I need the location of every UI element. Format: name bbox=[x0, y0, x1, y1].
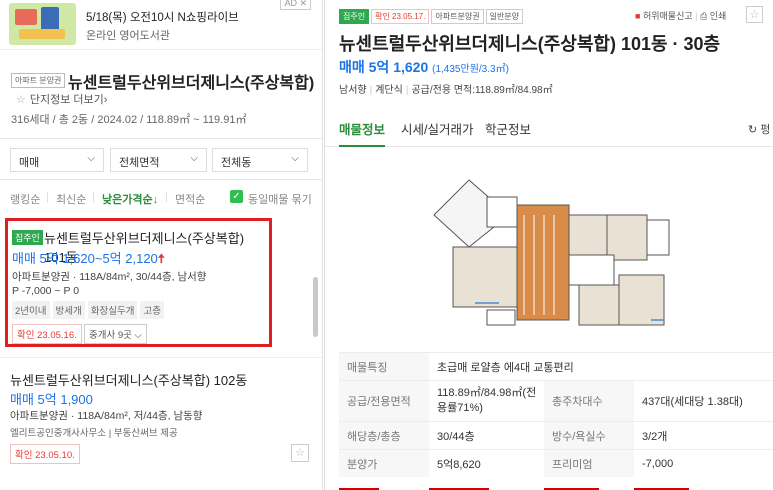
tab-price-history[interactable]: 시세/실거래가 bbox=[401, 119, 473, 138]
complex-type-tag: 아파트 분양권 bbox=[11, 73, 66, 88]
sort-latest[interactable]: 최신순 bbox=[56, 191, 86, 207]
ad-thumbnail bbox=[9, 3, 76, 45]
listing-card[interactable]: 집주인 뉴센트럴두산위브더제니스(주상복합) 101동 매매 5억 1,620~… bbox=[5, 218, 272, 347]
chip: 고층 bbox=[140, 301, 164, 319]
detail-title: 뉴센트럴두산위브더제니스(주상복합) 101동 · 30층 bbox=[339, 34, 721, 54]
star-icon[interactable]: ☆ bbox=[16, 94, 26, 106]
star-icon[interactable]: ☆ bbox=[746, 6, 763, 23]
table-row: 분양가 5억8,620 프리미엄 -7,000 bbox=[339, 449, 773, 477]
tab-school-info[interactable]: 학군정보 bbox=[485, 119, 531, 138]
siren-icon: ■ bbox=[635, 11, 641, 21]
structure: 계단식 bbox=[375, 85, 403, 96]
table-row: 공급/전용면적 118.89㎡/84.98㎡(전용률71%) 총주차대수 437… bbox=[339, 380, 773, 421]
sort-area[interactable]: 면적순 bbox=[175, 191, 205, 207]
table-row: 매물특징 초급매 로얄층 에4대 교통편리 bbox=[339, 352, 773, 380]
same-listing-label[interactable]: 동일매물 묶기 bbox=[248, 191, 312, 207]
owner-tag: 집주인 bbox=[339, 9, 370, 24]
table-label: 공급/전용면적 bbox=[339, 381, 429, 421]
confirm-date: 확인 23.05.10. bbox=[10, 444, 80, 464]
building-select[interactable]: 전체동 ⌵ bbox=[212, 148, 308, 172]
orientation: 남서향 bbox=[339, 85, 367, 96]
table-value: 초급매 로얄층 에4대 교통편리 bbox=[437, 361, 574, 374]
chevron-right-icon: › bbox=[103, 94, 108, 106]
table-label: 해당층/총층 bbox=[339, 422, 429, 449]
listing-meta: 아파트분양권 · 118A/84m², 30/44층, 남서향 bbox=[12, 271, 207, 283]
type-tag: 아파트분양권 bbox=[431, 9, 484, 24]
listing-premium: P -7,000 ~ P 0 bbox=[12, 285, 80, 297]
listing-title[interactable]: 뉴센트럴두산위브더제니스(주상복합) 102동 bbox=[10, 370, 247, 389]
confirm-tag: 확인 23.05.17. bbox=[371, 9, 430, 24]
table-value: 5억8,620 bbox=[437, 458, 481, 471]
table-row: 해당층/총층 30/44층 방수/욕실수 3/2개 bbox=[339, 421, 773, 449]
confirm-date: 확인 23.05.16. bbox=[12, 324, 82, 344]
chip: 2년이내 bbox=[12, 301, 50, 319]
area-select[interactable]: 전체면적 ⌵ bbox=[110, 148, 207, 172]
filter-bar: 매매 ⌵ 전체면적 ⌵ 전체동 ⌵ bbox=[0, 138, 322, 180]
area: 공급/전용 면적:118.89㎡/84.98㎡ bbox=[411, 85, 553, 96]
complex-summary: 316세대 / 총 2동 / 2024.02 / 118.89㎡ ~ 119.9… bbox=[11, 114, 247, 126]
table-value: -7,000 bbox=[642, 457, 674, 470]
table-label: 총주차대수 bbox=[544, 381, 634, 421]
sort-bar: 랭킹순 | 최신순 | 낮은가격순↓ | 면적순 ✓ 동일매물 묶기 bbox=[10, 190, 312, 207]
table-value: 3/2개 bbox=[642, 430, 668, 443]
chevron-down-icon: ⌵ bbox=[134, 330, 142, 341]
table-value: 30/44층 bbox=[437, 430, 475, 443]
print-link[interactable]: 인쇄 bbox=[710, 11, 727, 21]
expand-button[interactable]: ↻ 펑 bbox=[748, 121, 770, 137]
tab-listing-info[interactable]: 매물정보 bbox=[339, 119, 385, 138]
table-label: 분양가 bbox=[339, 450, 429, 477]
chevron-down-icon: ⌵ bbox=[291, 153, 299, 164]
listing-chips: 2년이내 방세개 화장실두개 고층 bbox=[12, 301, 167, 319]
scrollbar-thumb[interactable] bbox=[313, 277, 318, 337]
detail-tabs: 매물정보 시세/실거래가 학군정보 ↻ 펑 bbox=[325, 105, 773, 147]
floor-plan-image bbox=[433, 179, 670, 326]
star-icon[interactable]: ☆ bbox=[291, 444, 309, 462]
sort-low-price[interactable]: 낮은가격순↓ bbox=[102, 191, 158, 207]
arrow-up-icon: 🠅 bbox=[157, 251, 165, 266]
table-label: 방수/욕실수 bbox=[544, 422, 634, 449]
ad-title[interactable]: 5/18(목) 오전10시 N쇼핑라이브 bbox=[86, 9, 239, 25]
listing-panel: 5/18(목) 오전10시 N쇼핑라이브 온라인 영어도서관 AD ✕ 아파트 … bbox=[0, 0, 323, 490]
report-actions: ■ 허위매물신고 | ⎙ 인쇄 bbox=[635, 11, 727, 21]
sort-ranking[interactable]: 랭킹순 bbox=[10, 191, 40, 207]
complex-info-link[interactable]: ☆ 단지정보 더보기› bbox=[16, 91, 107, 107]
refresh-icon: ↻ bbox=[748, 124, 758, 136]
table-value: 437대(세대당 1.38대) bbox=[642, 396, 743, 408]
detail-panel: 집주인 확인 23.05.17. 아파트분양권 일반분양 ■ 허위매물신고 | ⎙ 인… bbox=[324, 0, 773, 490]
chevron-down-icon: ⌵ bbox=[87, 153, 95, 164]
listing-meta: 아파트분양권 · 118A/84m², 저/44층, 남동향 bbox=[10, 410, 203, 422]
print-icon: ⎙ bbox=[700, 11, 708, 21]
active-tab-indicator bbox=[339, 145, 385, 147]
trade-type-select[interactable]: 매매 ⌵ bbox=[10, 148, 104, 172]
ad-banner[interactable]: 5/18(목) 오전10시 N쇼핑라이브 온라인 영어도서관 AD ✕ bbox=[0, 0, 322, 50]
agent-count-button[interactable]: 중개사 9곳 ⌵ bbox=[84, 324, 147, 344]
ad-subtitle: 온라인 영어도서관 bbox=[86, 30, 171, 42]
owner-tag: 집주인 bbox=[12, 230, 43, 245]
detail-meta: 남서향 | 계단식 | 공급/전용 면적:118.89㎡/84.98㎡ bbox=[339, 85, 553, 96]
chevron-down-icon: ⌵ bbox=[190, 153, 198, 164]
listing-price: 매매 5억 1,900 bbox=[10, 392, 93, 407]
ad-close-badge[interactable]: AD ✕ bbox=[280, 0, 311, 10]
chip: 방세개 bbox=[52, 301, 85, 319]
listing-card[interactable]: 뉴센트럴두산위브더제니스(주상복합) 102동 매매 5억 1,900 아파트분… bbox=[0, 357, 322, 490]
table-label: 매물특징 bbox=[339, 353, 429, 380]
same-listing-checkbox[interactable]: ✓ bbox=[230, 190, 243, 203]
detail-price-per-area: (1,435만원/3.3㎡) bbox=[432, 64, 509, 75]
report-link[interactable]: 허위매물신고 bbox=[643, 11, 693, 21]
table-label: 프리미엄 bbox=[544, 450, 634, 477]
detail-price: 매매 5억 1,620 (1,435만원/3.3㎡) bbox=[339, 59, 509, 75]
table-value: 118.89㎡/84.98㎡(전용률71%) bbox=[437, 387, 537, 414]
chip: 화장실두개 bbox=[87, 301, 138, 319]
sale-type-tag: 일반분양 bbox=[485, 9, 524, 24]
detail-tags: 집주인 확인 23.05.17. 아파트분양권 일반분양 bbox=[339, 9, 525, 24]
agent-info: 엘리트공인중개사사무소 | 부동산써브 제공 bbox=[10, 428, 178, 439]
complex-name: 뉴센트럴두산위브더제니스(주상복합) bbox=[68, 75, 315, 92]
listing-detail-table: 매물특징 초급매 로얄층 에4대 교통편리 공급/전용면적 118.89㎡/84… bbox=[339, 352, 773, 490]
